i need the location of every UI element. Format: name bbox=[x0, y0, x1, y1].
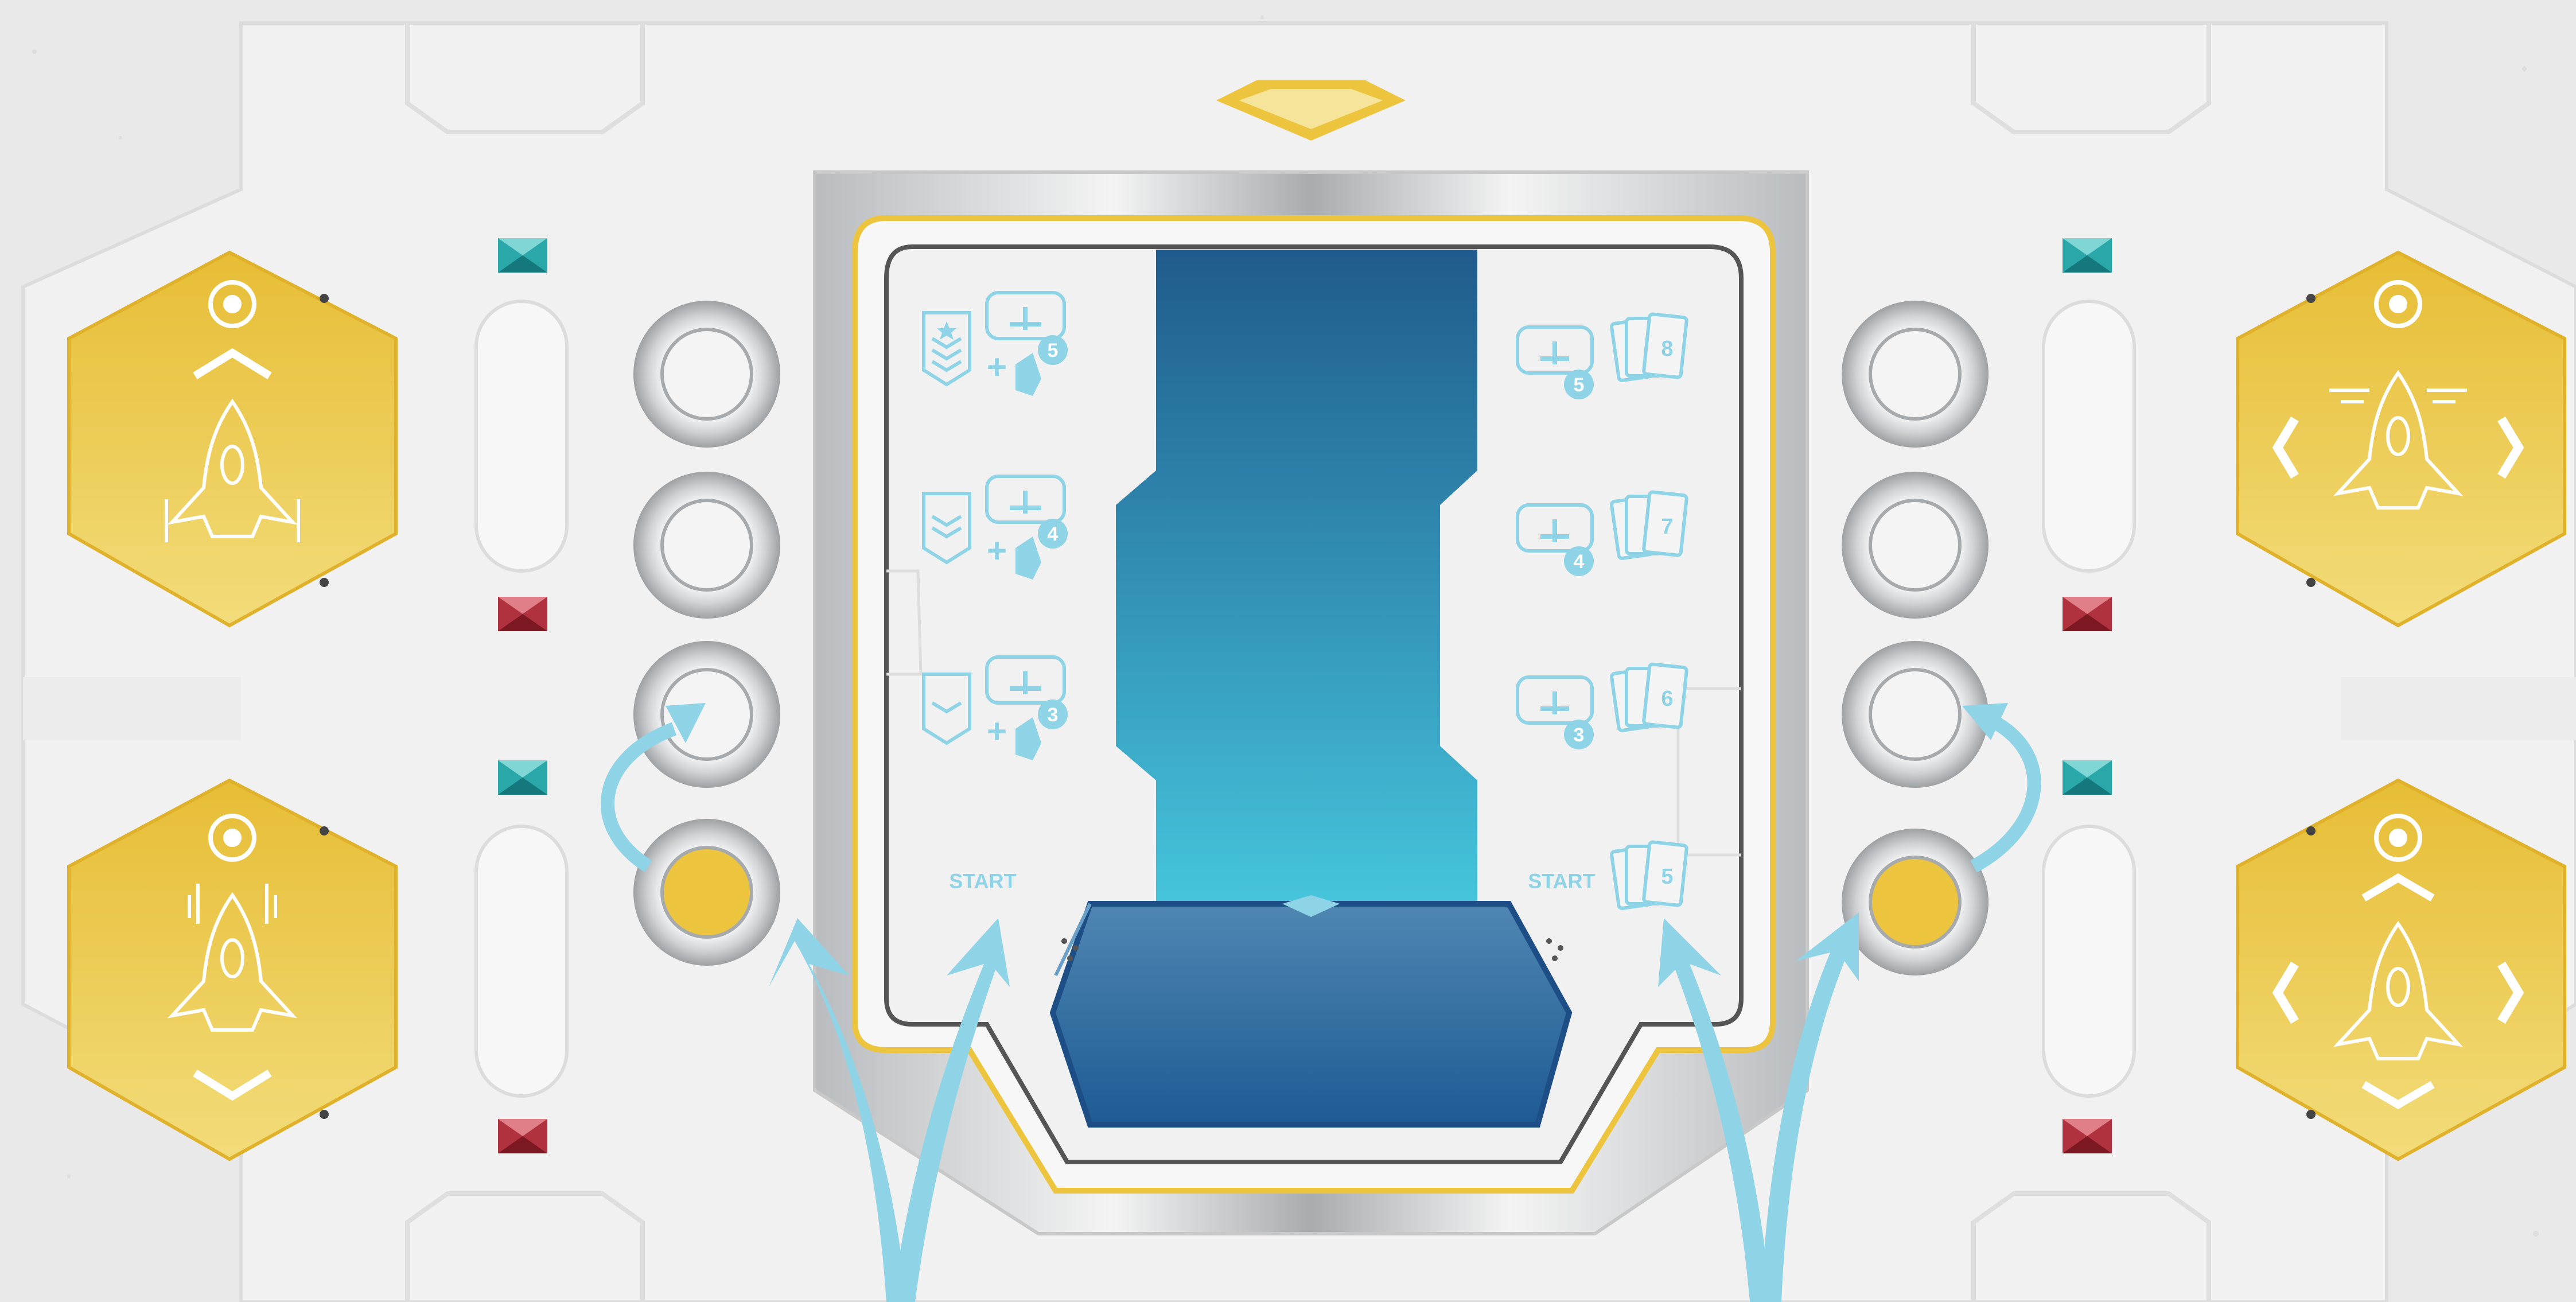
teal-gem bbox=[2063, 238, 2112, 273]
svg-text:+: + bbox=[987, 348, 1007, 386]
card-slot[interactable] bbox=[474, 825, 569, 1098]
track-space-marker[interactable] bbox=[1842, 829, 1989, 975]
card-stack-icon: 6 bbox=[1610, 662, 1688, 732]
red-gem bbox=[2063, 597, 2112, 631]
fighter-count: 4 bbox=[1574, 551, 1585, 573]
red-gem bbox=[498, 1119, 547, 1153]
teal-gem bbox=[2063, 760, 2112, 795]
card-count: 5 bbox=[1661, 865, 1673, 889]
track-space[interactable] bbox=[1842, 472, 1989, 619]
start-label-left: START bbox=[949, 869, 1016, 893]
card-slot[interactable] bbox=[2042, 825, 2136, 1098]
track-space[interactable] bbox=[633, 301, 780, 448]
svg-text:+: + bbox=[987, 712, 1007, 751]
track-space[interactable] bbox=[633, 472, 780, 619]
start-label-right: START bbox=[1528, 869, 1595, 893]
card-count: 6 bbox=[1661, 687, 1673, 711]
fighter-count: 5 bbox=[1574, 374, 1585, 396]
card-slot[interactable] bbox=[474, 300, 569, 573]
red-gem bbox=[2063, 1119, 2112, 1153]
fighter-count: 3 bbox=[1574, 724, 1585, 746]
fighter-count: 3 bbox=[1048, 704, 1059, 726]
red-gem bbox=[498, 597, 547, 631]
central-screen bbox=[1116, 250, 1477, 912]
track-space-marker[interactable] bbox=[633, 819, 780, 966]
card-stack-icon: 5 bbox=[1610, 840, 1688, 910]
card-slot[interactable] bbox=[2042, 300, 2136, 573]
bottom-tray[interactable] bbox=[1049, 895, 1573, 1128]
card-count: 8 bbox=[1661, 337, 1673, 361]
track-space[interactable] bbox=[1842, 301, 1989, 448]
svg-text:+: + bbox=[987, 531, 1007, 570]
player-board: 5 + 4 + 3 + START 5 8 4 7 3 6 START 5 bbox=[0, 0, 2576, 1302]
fighter-count: 4 bbox=[1048, 523, 1059, 545]
teal-gem bbox=[498, 760, 547, 795]
card-stack-icon: 7 bbox=[1610, 490, 1688, 560]
card-stack-icon: 8 bbox=[1610, 312, 1688, 382]
fighter-count: 5 bbox=[1048, 340, 1059, 362]
track-space[interactable] bbox=[1842, 641, 1989, 788]
card-count: 7 bbox=[1661, 515, 1673, 539]
teal-gem bbox=[498, 238, 547, 273]
track-space[interactable] bbox=[633, 641, 780, 788]
